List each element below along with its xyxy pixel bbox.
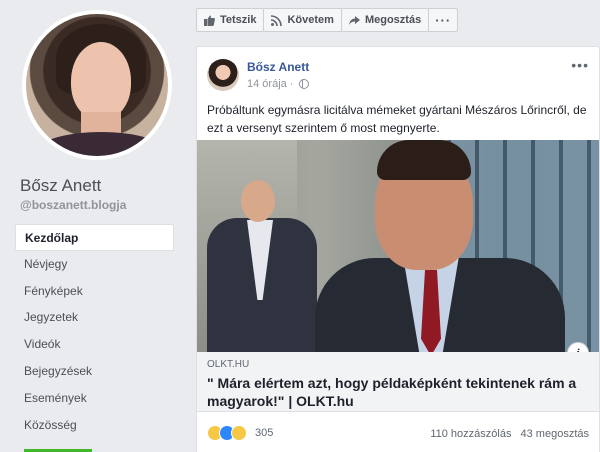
post-author[interactable]: Bősz Anett <box>247 60 309 74</box>
reactions-summary[interactable]: 305 <box>207 425 273 441</box>
more-actions-button[interactable]: ··· <box>428 8 459 32</box>
nav-item-community[interactable]: Közösség <box>15 412 174 439</box>
nav-item-home[interactable]: Kezdőlap <box>15 224 174 251</box>
page-handle[interactable]: @boszanett.blogja <box>20 198 126 212</box>
post-timestamp: 14 órája · <box>247 78 310 90</box>
post-stats: 110 hozzászólás 43 megosztás <box>424 428 589 440</box>
nav-item-notes[interactable]: Jegyzetek <box>15 304 174 331</box>
post-text: Próbáltunk egymásra licitálva mémeket gy… <box>207 103 587 135</box>
comments-count[interactable]: 110 hozzászólás <box>430 428 511 440</box>
nav-item-photos[interactable]: Fényképek <box>15 278 174 305</box>
author-avatar[interactable] <box>207 59 239 91</box>
nav-item-posts[interactable]: Bejegyzések <box>15 358 174 385</box>
shares-count[interactable]: 43 megosztás <box>521 428 589 440</box>
link-domain: OLKT.HU <box>207 359 250 370</box>
nav-item-about[interactable]: Névjegy <box>15 251 174 278</box>
follow-label: Követem <box>287 14 334 26</box>
reactions-count: 305 <box>255 427 274 439</box>
profile-picture[interactable] <box>22 10 172 160</box>
page-nav: Kezdőlap Névjegy Fényképek Jegyzetek Vid… <box>15 224 174 438</box>
nav-item-events[interactable]: Események <box>15 385 174 412</box>
rss-icon <box>271 14 283 26</box>
link-preview[interactable]: OLKT.HU " Mára elértem azt, hogy példaké… <box>197 352 599 412</box>
like-page-button[interactable]: Tetszik <box>196 8 265 32</box>
post-time-text[interactable]: 14 órája · <box>247 78 293 90</box>
link-preview-image[interactable] <box>197 140 599 352</box>
share-icon <box>348 15 360 25</box>
follow-button[interactable]: Követem <box>263 8 342 32</box>
globe-icon <box>299 79 310 89</box>
page-action-bar: Tetszik Követem Megosztás ··· <box>196 8 459 32</box>
nav-item-videos[interactable]: Videók <box>15 331 174 358</box>
post-card: Bősz Anett 14 órája · ••• Próbáltunk egy… <box>196 46 600 452</box>
share-page-button[interactable]: Megosztás <box>340 8 430 32</box>
wow-reaction-icon <box>231 425 247 441</box>
thumbs-up-icon <box>204 15 215 26</box>
page-name[interactable]: Bősz Anett <box>20 176 101 196</box>
share-page-label: Megosztás <box>364 14 422 26</box>
left-column: Bősz Anett @boszanett.blogja Kezdőlap Né… <box>0 0 184 452</box>
like-page-label: Tetszik <box>220 14 257 26</box>
link-title[interactable]: " Mára elértem azt, hogy példaképként te… <box>207 374 587 410</box>
post-menu-button[interactable]: ••• <box>571 57 589 73</box>
